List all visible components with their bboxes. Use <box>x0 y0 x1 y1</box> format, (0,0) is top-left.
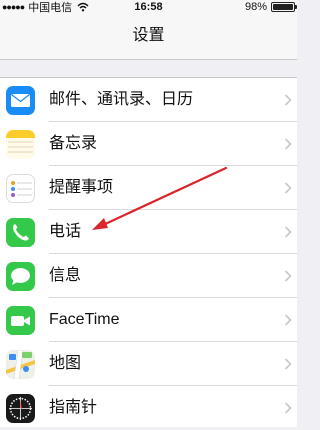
reminders-icon <box>6 174 35 203</box>
settings-item-phone[interactable]: 电话 <box>0 210 297 254</box>
settings-item-facetime[interactable]: FaceTime <box>0 298 297 342</box>
settings-item-label: 电话 <box>49 223 82 240</box>
chevron-right-icon <box>284 138 292 150</box>
battery-percent: 98% <box>244 1 267 13</box>
chevron-right-icon <box>284 402 292 414</box>
compass-icon <box>6 394 35 423</box>
navigation-bar: 设置 <box>0 14 297 60</box>
settings-item-label: 邮件、通讯录、日历 <box>49 91 194 108</box>
settings-item-label: 信息 <box>49 267 82 284</box>
settings-item-label: 提醒事项 <box>49 179 114 196</box>
settings-list: 邮件、通讯录、日历 备忘录 提醒事项 电话 信息 FaceTime 地图 指南针 <box>0 77 297 427</box>
settings-item-label: 指南针 <box>49 399 98 416</box>
facetime-icon <box>6 306 35 335</box>
settings-item-notes[interactable]: 备忘录 <box>0 122 297 166</box>
settings-item-label: 备忘录 <box>49 135 98 152</box>
settings-item-messages[interactable]: 信息 <box>0 254 297 298</box>
chevron-right-icon <box>284 314 292 326</box>
settings-item-reminders[interactable]: 提醒事项 <box>0 166 297 210</box>
chevron-right-icon <box>284 182 292 194</box>
settings-item-label: 地图 <box>49 355 82 372</box>
page-title: 设置 <box>132 27 165 44</box>
phone-icon <box>6 218 35 247</box>
notes-icon <box>6 130 35 159</box>
status-bar: ●●●●● 中国电信 16:58 98% <box>0 0 297 14</box>
settings-item-label: FaceTime <box>49 311 120 328</box>
chevron-right-icon <box>284 94 292 106</box>
settings-item-mail[interactable]: 邮件、通讯录、日历 <box>0 78 297 122</box>
settings-item-compass[interactable]: 指南针 <box>0 386 297 430</box>
maps-icon <box>6 350 35 379</box>
chevron-right-icon <box>284 226 292 238</box>
battery-icon <box>271 2 297 12</box>
settings-item-maps[interactable]: 地图 <box>0 342 297 386</box>
chevron-right-icon <box>284 270 292 282</box>
messages-icon <box>6 262 35 291</box>
chevron-right-icon <box>284 358 292 370</box>
mail-icon <box>6 86 35 115</box>
